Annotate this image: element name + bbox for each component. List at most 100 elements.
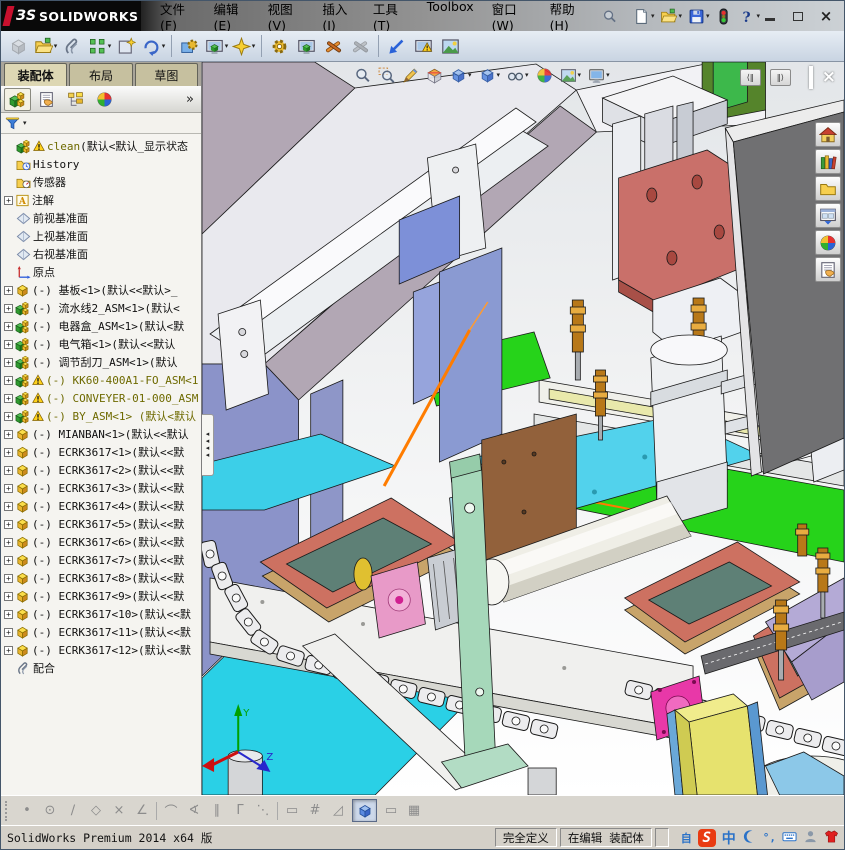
explode-line-sketch-button[interactable]: [293, 33, 320, 59]
previous-view-button[interactable]: [402, 67, 419, 84]
panel-tab-2[interactable]: 草图: [135, 63, 198, 86]
tree-item-21[interactable]: +(-) ECRK3617<5> (默认<<默: [4, 515, 201, 533]
relation-parallel-button[interactable]: ∥: [208, 803, 226, 818]
sketch-polygon-button[interactable]: ◇: [87, 803, 105, 818]
toolbar-grip[interactable]: [5, 801, 8, 821]
search-icon[interactable]: [602, 9, 617, 24]
tree-item-2[interactable]: 传感器: [4, 173, 201, 191]
relation-tangent-button[interactable]: ⌒: [162, 801, 180, 820]
graphics-area[interactable]: Y X Z ▾▾▾▾▾ ⟨‖ ‖⟩ × ◂◂◂◂: [202, 62, 844, 795]
dropdown-caret[interactable]: ▾: [756, 13, 760, 20]
custom-properties-button[interactable]: [815, 257, 841, 282]
mate-button[interactable]: [59, 33, 86, 59]
propertymanager-tab[interactable]: [33, 88, 60, 111]
panel-tab-1[interactable]: 布局: [69, 63, 132, 86]
ime-prefix-char[interactable]: 自: [681, 830, 692, 846]
assembly-features-button[interactable]: [176, 33, 203, 59]
instant3d-button[interactable]: [383, 33, 410, 59]
expand-toggle[interactable]: +: [4, 628, 13, 637]
insert-components-button[interactable]: ▾: [32, 33, 59, 59]
tree-item-14[interactable]: +(-) CONVEYER-01-000_ASM: [4, 389, 201, 407]
tree-item-8[interactable]: +(-) 基板<1> (默认<<默认>_: [4, 281, 201, 299]
expand-toggle[interactable]: +: [4, 394, 13, 403]
view-orientation-button[interactable]: ▾: [450, 67, 472, 84]
tree-item-0[interactable]: clean (默认<默认_显示状态: [4, 137, 201, 155]
tree-item-3[interactable]: +注解: [4, 191, 201, 209]
single-viewport-button[interactable]: ▭: [382, 803, 400, 818]
save-button[interactable]: ▾: [686, 7, 712, 26]
shaded-with-edges-button[interactable]: [352, 799, 377, 822]
minimize-button[interactable]: [762, 9, 778, 23]
multi-viewport-button[interactable]: ▦: [405, 803, 423, 818]
ime-punctuation[interactable]: °,: [763, 831, 776, 844]
tree-item-5[interactable]: 上视基准面: [4, 227, 201, 245]
expand-toggle[interactable]: +: [4, 610, 13, 619]
doc-restore-button[interactable]: [809, 68, 813, 87]
linear-component-pattern-button[interactable]: ▾: [86, 33, 113, 59]
options-traffic-light-button[interactable]: [713, 7, 734, 26]
expand-toggle[interactable]: +: [4, 466, 13, 475]
tree-item-11[interactable]: +(-) 电气箱<1> (默认<<默认: [4, 335, 201, 353]
relation-fix-button[interactable]: ⋱: [254, 803, 272, 818]
relation-angle-button[interactable]: ∢: [185, 803, 203, 818]
dropdown-caret[interactable]: ▾: [252, 43, 256, 50]
view-palette-button[interactable]: [815, 203, 841, 228]
tree-item-17[interactable]: +(-) ECRK3617<1> (默认<<默: [4, 443, 201, 461]
close-button[interactable]: ×: [818, 9, 834, 23]
expand-toggle[interactable]: +: [4, 556, 13, 565]
dropdown-caret[interactable]: ▾: [468, 72, 472, 79]
appearances-scenes-button[interactable]: [815, 230, 841, 255]
hide-show-items-button[interactable]: ▾: [507, 67, 529, 84]
file-explorer-button[interactable]: [815, 176, 841, 201]
doc-close-button[interactable]: ×: [822, 69, 836, 86]
tree-item-25[interactable]: +(-) ECRK3617<9> (默认<<默: [4, 587, 201, 605]
filter-bar[interactable]: ▾: [1, 113, 201, 134]
interference-detection-button[interactable]: [320, 33, 347, 59]
dropdown-caret[interactable]: ▾: [497, 72, 501, 79]
tree-item-1[interactable]: History: [4, 155, 201, 173]
open-document-button[interactable]: ▾: [658, 7, 684, 26]
dropdown-caret[interactable]: ▾: [678, 13, 682, 20]
tree-item-23[interactable]: +(-) ECRK3617<7> (默认<<默: [4, 551, 201, 569]
dropdown-caret[interactable]: ▾: [162, 43, 166, 50]
tree-item-20[interactable]: +(-) ECRK3617<4> (默认<<默: [4, 497, 201, 515]
expand-toggle[interactable]: +: [4, 538, 13, 547]
expand-toggle[interactable]: +: [4, 376, 13, 385]
dropdown-caret[interactable]: ▾: [525, 72, 529, 79]
featuremanager-tab[interactable]: [4, 88, 31, 111]
expand-toggle[interactable]: +: [4, 502, 13, 511]
configurationmanager-tab[interactable]: [62, 88, 89, 111]
tree-item-15[interactable]: +(-) BY_ASM<1> (默认<默认: [4, 407, 201, 425]
display-style-button[interactable]: ▾: [479, 67, 501, 84]
ime-account[interactable]: [803, 829, 818, 847]
sketch-circle-button[interactable]: ⊙: [41, 803, 59, 818]
edit-appearance-button[interactable]: [536, 67, 553, 84]
dropdown-caret[interactable]: ▾: [54, 43, 58, 50]
expand-toggle[interactable]: +: [4, 286, 13, 295]
sketch-chamfer-button[interactable]: ∠: [133, 803, 151, 818]
expand-toggle[interactable]: +: [4, 358, 13, 367]
collapse-left-pane-button[interactable]: ⟨‖: [740, 69, 761, 86]
ime-skin[interactable]: [824, 829, 839, 847]
panel-splitter-arrows[interactable]: ◂◂◂◂: [202, 414, 214, 476]
relation-perpendicular-button[interactable]: Γ: [231, 803, 249, 818]
new-motion-study-button[interactable]: ▾: [230, 33, 257, 59]
angle-snap-button[interactable]: ◿: [329, 803, 347, 818]
view-settings-button[interactable]: ▾: [588, 67, 610, 84]
expand-toggle[interactable]: +: [4, 322, 13, 331]
expand-toggle[interactable]: +: [4, 340, 13, 349]
tree-item-26[interactable]: +(-) ECRK3617<10> (默认<<默: [4, 605, 201, 623]
grid-snap-button[interactable]: #: [306, 803, 324, 818]
expand-toggle[interactable]: +: [4, 412, 13, 421]
tree-item-19[interactable]: +(-) ECRK3617<3> (默认<<默: [4, 479, 201, 497]
tree-item-16[interactable]: +(-) MIANBAN<1> (默认<<默认: [4, 425, 201, 443]
dropdown-caret[interactable]: ▾: [606, 72, 610, 79]
update-assembly-button[interactable]: [410, 33, 437, 59]
tree-item-29[interactable]: 配合: [4, 659, 201, 677]
panel-tab-0[interactable]: 装配体: [4, 63, 67, 86]
dropdown-caret[interactable]: ▾: [108, 43, 112, 50]
tree-item-10[interactable]: +(-) 电器盒_ASM<1> (默认<默: [4, 317, 201, 335]
tree-item-24[interactable]: +(-) ECRK3617<8> (默认<<默: [4, 569, 201, 587]
tree-item-27[interactable]: +(-) ECRK3617<11> (默认<<默: [4, 623, 201, 641]
manager-tabs-overflow[interactable]: »: [186, 92, 201, 107]
